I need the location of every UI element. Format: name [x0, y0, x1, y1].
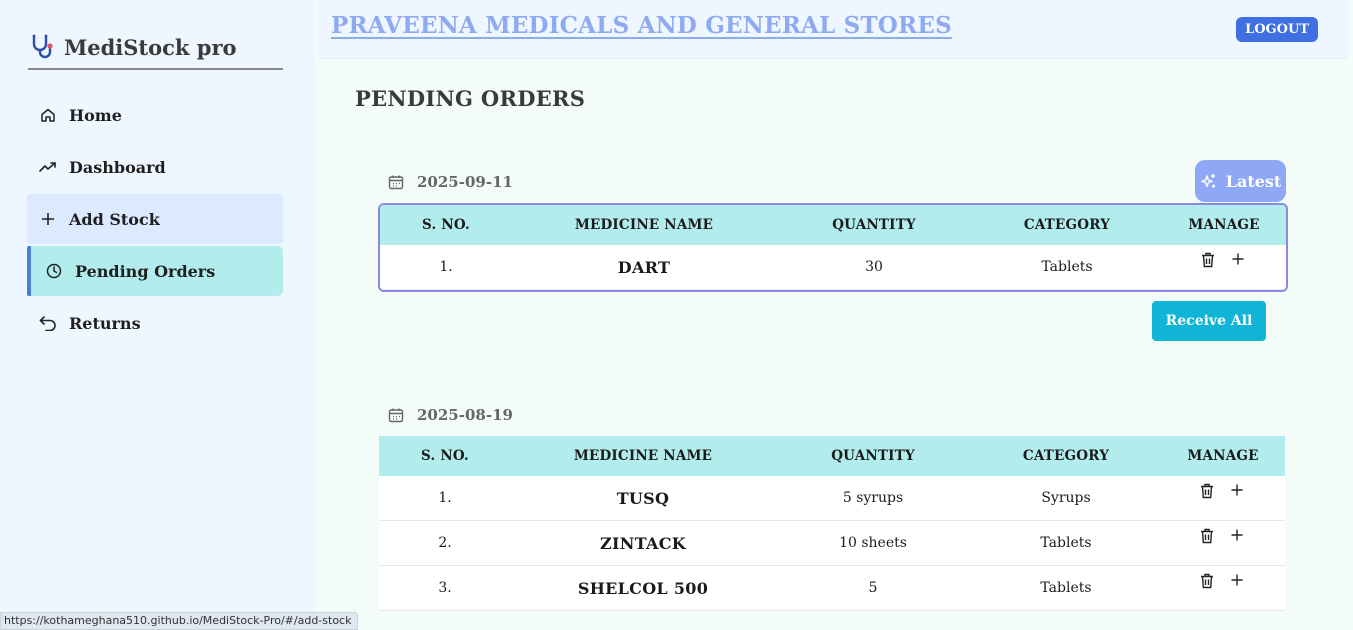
- cell-medicine-name: TUSQ: [511, 476, 775, 521]
- col-sno: S. NO.: [379, 436, 511, 476]
- top-header: PRAVEENA MEDICALS AND GENERAL STORES LOG…: [318, 0, 1353, 59]
- col-medicine-name: MEDICINE NAME: [512, 205, 776, 245]
- cell-medicine-name: ZINTACK: [511, 520, 775, 566]
- sidebar-item-label: Add Stock: [69, 209, 160, 229]
- scrollbar[interactable]: [1347, 0, 1353, 628]
- trash-icon[interactable]: [1201, 252, 1217, 268]
- sidebar-item-label: Pending Orders: [75, 261, 216, 281]
- table-row: 1. TUSQ 5 syrups Syrups: [379, 476, 1285, 521]
- stethoscope-icon: [28, 32, 56, 60]
- sidebar-nav: Home Dashboard Add Stock Pending Orders …: [27, 90, 283, 350]
- cell-quantity: 5: [775, 565, 971, 611]
- cell-sno: 3.: [379, 565, 511, 611]
- table-row: 3. SHELCOL 500 5 Tablets: [379, 565, 1285, 611]
- cell-manage: [1161, 476, 1285, 521]
- clock-icon: [45, 262, 63, 280]
- cell-category: Tablets: [972, 245, 1162, 290]
- trash-icon[interactable]: [1200, 573, 1216, 589]
- trend-icon: [39, 158, 57, 176]
- sidebar: MediStock pro Home Dashboard Add Stock P…: [0, 0, 315, 628]
- order-table: S. NO. MEDICINE NAME QUANTITY CATEGORY M…: [379, 436, 1285, 611]
- receive-all-button[interactable]: Receive All: [1152, 301, 1266, 341]
- sidebar-item-label: Dashboard: [69, 157, 166, 177]
- order-date: 2025-08-19: [388, 406, 513, 424]
- status-bar-url: https://kothameghana510.github.io/MediSt…: [0, 612, 359, 630]
- store-name-link[interactable]: PRAVEENA MEDICALS AND GENERAL STORES: [331, 12, 952, 39]
- cell-medicine-name: DART: [512, 245, 776, 290]
- col-sno: S. NO.: [380, 205, 512, 245]
- sidebar-item-label: Returns: [69, 313, 141, 333]
- trash-icon[interactable]: [1200, 483, 1216, 499]
- col-quantity: QUANTITY: [776, 205, 972, 245]
- plus-icon[interactable]: [1230, 528, 1246, 544]
- plus-icon: [39, 210, 57, 228]
- sidebar-item-pending-orders[interactable]: Pending Orders: [27, 246, 283, 296]
- latest-label: Latest: [1225, 171, 1282, 191]
- order-table-wrapper: S. NO. MEDICINE NAME QUANTITY CATEGORY M…: [379, 436, 1285, 611]
- sidebar-item-dashboard[interactable]: Dashboard: [27, 142, 283, 192]
- cell-manage: [1161, 520, 1285, 566]
- cell-medicine-name: SHELCOL 500: [511, 565, 775, 611]
- calendar-icon: [388, 174, 404, 190]
- cell-category: Tablets: [971, 565, 1161, 611]
- col-category: CATEGORY: [971, 436, 1161, 476]
- order-date-text: 2025-08-19: [417, 406, 513, 424]
- plus-icon[interactable]: [1231, 252, 1247, 268]
- order-table: S. NO. MEDICINE NAME QUANTITY CATEGORY M…: [380, 205, 1286, 290]
- cell-sno: 2.: [379, 520, 511, 566]
- col-quantity: QUANTITY: [775, 436, 971, 476]
- order-date: 2025-09-11: [388, 173, 513, 191]
- cell-manage: [1161, 565, 1285, 611]
- order-date-text: 2025-09-11: [417, 173, 513, 191]
- table-header-row: S. NO. MEDICINE NAME QUANTITY CATEGORY M…: [379, 436, 1285, 476]
- order-table-wrapper: S. NO. MEDICINE NAME QUANTITY CATEGORY M…: [378, 203, 1288, 292]
- brand-name: MediStock pro: [64, 35, 237, 60]
- cell-manage: [1162, 245, 1286, 290]
- table-row: 2. ZINTACK 10 sheets Tablets: [379, 520, 1285, 566]
- sidebar-item-label: Home: [69, 105, 122, 125]
- cell-sno: 1.: [380, 245, 512, 290]
- plus-icon[interactable]: [1230, 483, 1246, 499]
- page-title: PENDING ORDERS: [355, 86, 586, 111]
- plus-icon[interactable]: [1230, 573, 1246, 589]
- cell-sno: 1.: [379, 476, 511, 521]
- home-icon: [39, 106, 57, 124]
- logout-button[interactable]: LOGOUT: [1236, 17, 1318, 42]
- calendar-icon: [388, 407, 404, 423]
- table-header-row: S. NO. MEDICINE NAME QUANTITY CATEGORY M…: [380, 205, 1286, 245]
- latest-badge-button[interactable]: Latest: [1195, 160, 1286, 202]
- brand[interactable]: MediStock pro: [28, 32, 283, 70]
- col-manage: MANAGE: [1161, 436, 1285, 476]
- cell-category: Tablets: [971, 520, 1161, 566]
- col-manage: MANAGE: [1162, 205, 1286, 245]
- cell-quantity: 10 sheets: [775, 520, 971, 566]
- undo-icon: [39, 314, 57, 332]
- cell-quantity: 5 syrups: [775, 476, 971, 521]
- sidebar-item-add-stock[interactable]: Add Stock: [27, 194, 283, 244]
- cell-category: Syrups: [971, 476, 1161, 521]
- sidebar-item-returns[interactable]: Returns: [27, 298, 283, 348]
- table-row: 1. DART 30 Tablets: [380, 245, 1286, 290]
- col-category: CATEGORY: [972, 205, 1162, 245]
- sidebar-item-home[interactable]: Home: [27, 90, 283, 140]
- sparkles-icon: [1200, 173, 1217, 190]
- col-medicine-name: MEDICINE NAME: [511, 436, 775, 476]
- cell-quantity: 30: [776, 245, 972, 290]
- trash-icon[interactable]: [1200, 528, 1216, 544]
